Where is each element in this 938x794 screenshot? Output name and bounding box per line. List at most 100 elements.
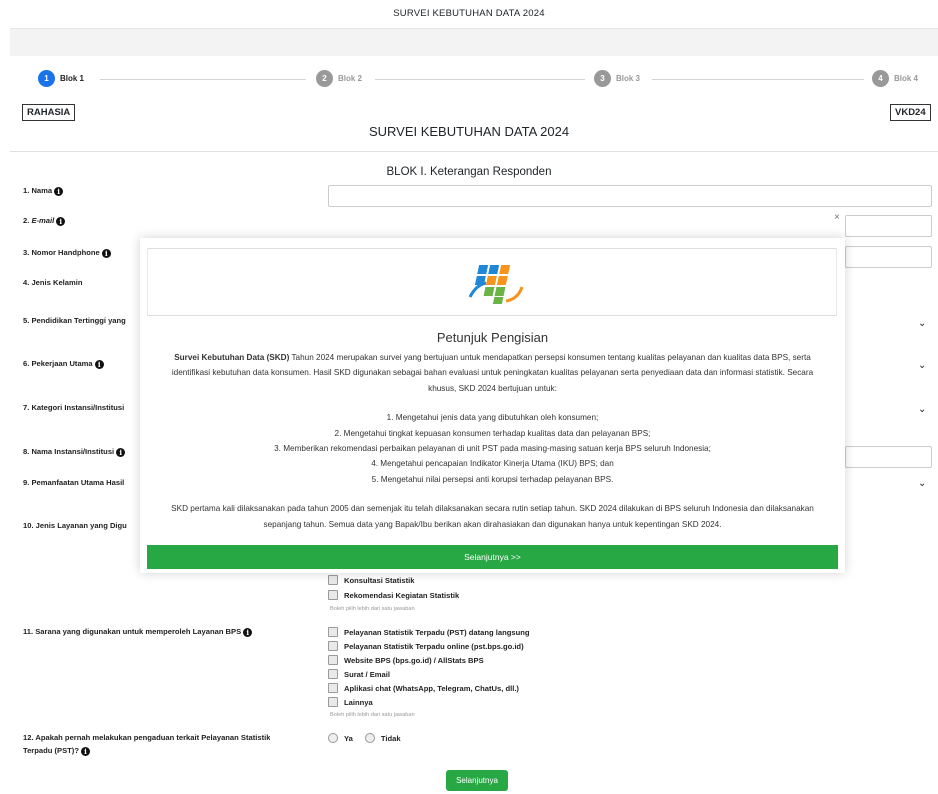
question-text: 11. Sarana yang digunakan untuk memperol… — [23, 627, 242, 636]
next-button[interactable]: Selanjutnya — [446, 770, 508, 791]
block-stepper: 1 Blok 1 2 Blok 2 3 Blok 3 4 Blok 4 — [0, 68, 938, 90]
option-konsultasi[interactable]: Konsultasi Statistik — [328, 575, 414, 585]
option-pst-langsung[interactable]: Pelayanan Statistik Terpadu (PST) datang… — [328, 627, 530, 637]
question-text: 3. Nomor Handphone — [23, 248, 100, 257]
handphone-field[interactable] — [845, 246, 932, 268]
question-pengaduan-line2: Terpadu (PST)? i — [23, 746, 90, 756]
divider — [10, 151, 938, 152]
option-label: Ya — [344, 733, 353, 743]
survey-name: Survei Kebutuhan Data (SKD) — [174, 353, 290, 362]
question-jenis-kelamin: 4. Jenis Kelamin — [23, 278, 83, 287]
question-kategori-instansi: 7. Kategori Instansi/Institusi — [23, 403, 125, 412]
step-connector — [652, 79, 864, 80]
nama-input[interactable] — [328, 185, 932, 207]
question-pengaduan: 12. Apakah pernah melakukan pengaduan te… — [23, 733, 271, 742]
bps-logo — [468, 265, 524, 304]
kategori-select-chevron-icon[interactable]: ⌄ — [918, 404, 932, 416]
question-text: Terpadu (PST)? — [23, 746, 79, 755]
step-blok-4[interactable]: 4 Blok 4 — [872, 70, 918, 87]
top-header: SURVEI KEBUTUHAN DATA 2024 — [0, 0, 938, 28]
checkbox[interactable] — [328, 641, 338, 651]
step-label: Blok 2 — [338, 74, 363, 83]
checkbox[interactable] — [328, 697, 338, 707]
info-icon[interactable]: i — [94, 360, 104, 369]
pekerjaan-select-chevron-icon[interactable]: ⌄ — [918, 360, 932, 372]
form-title: SURVEI KEBUTUHAN DATA 2024 — [368, 124, 570, 139]
form-code-badge: VKD24 — [890, 104, 931, 121]
question-text: 6. Pekerjaan Utama — [23, 359, 93, 368]
option-label: Tidak — [380, 733, 401, 743]
question-jenis-layanan: 10. Jenis Layanan yang Digu — [23, 521, 127, 530]
step-label: Blok 4 — [894, 74, 919, 83]
intro-paragraph: Survei Kebutuhan Data (SKD) Tahun 2024 m… — [160, 350, 825, 396]
pendidikan-select-chevron-icon[interactable]: ⌄ — [918, 318, 932, 330]
goal-item: 1. Mengetahui jenis data yang dibutuhkan… — [386, 413, 599, 423]
step-blok-1[interactable]: 1 Blok 1 — [38, 70, 84, 87]
question-pendidikan: 5. Pendidikan Tertinggi yang — [23, 316, 126, 325]
question-handphone: 3. Nomor Handphone i — [23, 248, 111, 258]
close-icon[interactable]: × — [834, 212, 840, 223]
question-nama-instansi: 8. Nama Instansi/Institusi i — [23, 447, 126, 457]
info-icon[interactable]: i — [54, 187, 64, 196]
footer-paragraph: SKD pertama kali dilaksanakan pada tahun… — [171, 504, 814, 529]
checkbox[interactable] — [328, 575, 338, 585]
step-number: 3 — [594, 70, 611, 87]
step-number: 2 — [316, 70, 333, 87]
goal-item: 3. Memberikan rekomendasi perbaikan pela… — [274, 444, 711, 454]
question-text: 1. Nama — [23, 186, 53, 195]
step-connector — [100, 79, 306, 80]
option-website-bps[interactable]: Website BPS (bps.go.id) / AllStats BPS — [328, 655, 484, 665]
rahasia-badge: RAHASIA — [22, 104, 76, 121]
option-label: Website BPS (bps.go.id) / AllStats BPS — [344, 655, 484, 665]
radio-ya[interactable] — [328, 733, 338, 743]
info-icon[interactable]: i — [116, 448, 126, 457]
step-number: 4 — [872, 70, 889, 87]
app-title: SURVEI KEBUTUHAN DATA 2024 — [393, 8, 545, 19]
goal-item: 4. Mengetahui pencapaian Indikator Kiner… — [371, 459, 614, 469]
modal-title: Petunjuk Pengisian — [436, 330, 549, 345]
info-icon[interactable]: i — [243, 628, 253, 637]
radio-group-pengaduan: Ya Tidak — [328, 733, 401, 743]
checkbox[interactable] — [328, 627, 338, 637]
pemanfaatan-select-chevron-icon[interactable]: ⌄ — [918, 478, 932, 490]
goal-item: 5. Mengetahui nilai persepsi anti korups… — [371, 474, 614, 484]
info-icon[interactable]: i — [101, 249, 111, 258]
question-nama: 1. Nama i — [23, 186, 64, 196]
question-pemanfaatan: 9. Pemanfaatan Utama Hasil — [23, 478, 125, 487]
step-label: Blok 1 — [60, 74, 85, 83]
info-icon[interactable]: i — [80, 747, 90, 756]
info-icon[interactable]: i — [56, 217, 66, 226]
option-pst-online[interactable]: Pelayanan Statistik Terpadu online (pst.… — [328, 641, 524, 651]
multi-answer-hint: Boleh pilih lebih dari satu jawaban — [330, 606, 415, 612]
step-connector — [375, 79, 585, 80]
checkbox[interactable] — [328, 683, 338, 693]
option-label: Lainnya — [344, 697, 373, 707]
checkbox[interactable] — [328, 655, 338, 665]
email-field[interactable] — [845, 215, 932, 237]
step-label: Blok 3 — [616, 74, 641, 83]
checkbox[interactable] — [328, 590, 338, 600]
question-sarana: 11. Sarana yang digunakan untuk memperol… — [23, 627, 253, 637]
step-blok-3[interactable]: 3 Blok 3 — [594, 70, 640, 87]
option-label: Pelayanan Statistik Terpadu online (pst.… — [344, 641, 524, 651]
modal-next-button[interactable]: Selanjutnya >> — [147, 545, 838, 569]
question-pekerjaan: 6. Pekerjaan Utama i — [23, 359, 104, 369]
option-lainnya[interactable]: Lainnya — [328, 697, 373, 707]
header-band — [10, 28, 938, 56]
option-label: Aplikasi chat (WhatsApp, Telegram, ChatU… — [344, 683, 519, 693]
option-label: Konsultasi Statistik — [344, 575, 415, 585]
goal-item: 2. Mengetahui tingkat kepuasan konsumen … — [334, 428, 651, 438]
instruction-modal: Petunjuk Pengisian Survei Kebutuhan Data… — [140, 238, 845, 573]
modal-header — [147, 248, 837, 316]
checkbox[interactable] — [328, 669, 338, 679]
option-aplikasi-chat[interactable]: Aplikasi chat (WhatsApp, Telegram, ChatU… — [328, 683, 519, 693]
option-label: Surat / Email — [344, 669, 391, 679]
option-rekomendasi[interactable]: Rekomendasi Kegiatan Statistik — [328, 590, 459, 600]
option-label: Rekomendasi Kegiatan Statistik — [344, 590, 460, 600]
radio-tidak[interactable] — [364, 733, 375, 743]
block-title: BLOK I. Keterangan Responden — [386, 166, 552, 178]
multi-answer-hint: Boleh pilih lebih dari satu jawaban — [330, 712, 415, 718]
step-blok-2[interactable]: 2 Blok 2 — [316, 70, 362, 87]
nama-instansi-field[interactable] — [845, 446, 932, 468]
option-surat-email[interactable]: Surat / Email — [328, 669, 390, 679]
